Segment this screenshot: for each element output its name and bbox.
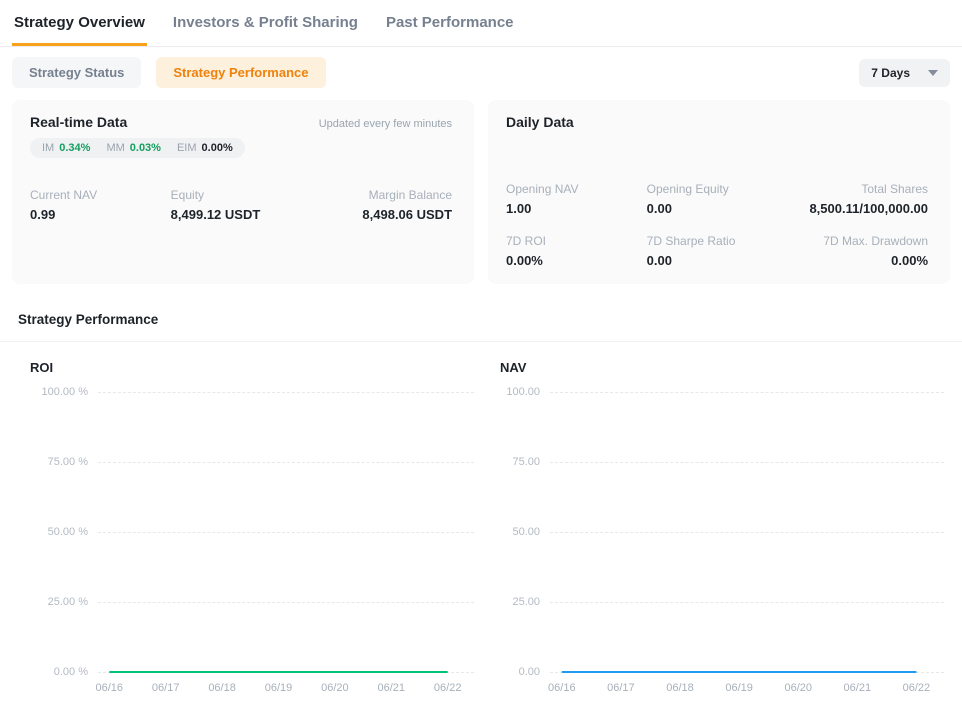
x-tick-label: 06/18 xyxy=(208,682,236,694)
sub-tab-row: Strategy Status Strategy Performance 7 D… xyxy=(0,47,962,98)
subtab-strategy-status[interactable]: Strategy Status xyxy=(12,57,141,88)
badge-mm: MM 0.03% xyxy=(106,142,161,154)
realtime-stats: Current NAV 0.99 Equity 8,499.12 USDT Ma… xyxy=(30,188,452,222)
daily-stats-row2: 7D ROI 0.00% 7D Sharpe Ratio 0.00 7D Max… xyxy=(506,234,928,268)
x-tick-label: 06/16 xyxy=(548,682,576,694)
period-select[interactable]: 7 Days xyxy=(859,59,950,87)
x-tick-label: 06/22 xyxy=(903,682,931,694)
x-tick-label: 06/19 xyxy=(265,682,293,694)
badge-value: 0.03% xyxy=(130,142,161,154)
x-tick-label: 06/17 xyxy=(607,682,635,694)
stat-opening-equity: Opening Equity 0.00 xyxy=(647,182,788,216)
x-axis: 06/16 06/17 06/18 06/19 06/20 06/21 06/22 xyxy=(550,682,944,698)
stat-opening-nav: Opening NAV 1.00 xyxy=(506,182,647,216)
stat-value: 8,498.06 USDT xyxy=(311,207,452,222)
stat-label: 7D ROI xyxy=(506,234,647,248)
y-tick-label: 50.00 xyxy=(500,526,540,538)
tab-strategy-overview[interactable]: Strategy Overview xyxy=(12,12,147,46)
card-title: Daily Data xyxy=(506,114,574,130)
y-tick-label: 50.00 % xyxy=(30,526,88,538)
x-tick-label: 06/22 xyxy=(434,682,462,694)
badge-value: 0.00% xyxy=(202,142,233,154)
stat-value: 0.00 xyxy=(647,253,788,268)
roi-chart: ROI 100.00 %75.00 %50.00 %25.00 %0.00 % … xyxy=(30,360,474,698)
updated-note: Updated every few minutes xyxy=(319,118,452,130)
card-title: Real-time Data xyxy=(30,114,127,130)
stat-7d-max-drawdown: 7D Max. Drawdown 0.00% xyxy=(787,234,928,268)
data-cards: Real-time Data Updated every few minutes… xyxy=(0,98,962,284)
badge-value: 0.34% xyxy=(59,142,90,154)
y-tick-label: 75.00 xyxy=(500,456,540,468)
charts-row: ROI 100.00 %75.00 %50.00 %25.00 %0.00 % … xyxy=(18,360,944,698)
chevron-down-icon xyxy=(928,70,938,76)
section-title: Strategy Performance xyxy=(18,312,944,327)
realtime-data-card: Real-time Data Updated every few minutes… xyxy=(12,100,474,284)
x-tick-label: 06/20 xyxy=(321,682,349,694)
y-tick-label: 0.00 xyxy=(500,666,540,678)
period-select-value: 7 Days xyxy=(871,66,910,80)
stat-value: 8,499.12 USDT xyxy=(171,207,312,222)
strategy-performance-section: Strategy Performance ROI 100.00 % 75.00 %… xyxy=(0,284,962,698)
x-tick-label: 06/16 xyxy=(96,682,124,694)
stat-label: 7D Max. Drawdown xyxy=(787,234,928,248)
stat-7d-sharpe-ratio: 7D Sharpe Ratio 0.00 xyxy=(647,234,788,268)
subtab-strategy-performance[interactable]: Strategy Performance xyxy=(156,57,325,88)
chart-title: NAV xyxy=(500,360,944,375)
x-tick-label: 06/20 xyxy=(784,682,812,694)
stat-value: 0.99 xyxy=(30,207,171,222)
daily-data-card: Daily Data Opening NAV 1.00 Opening Equi… xyxy=(488,100,950,284)
series-line-layer xyxy=(550,392,944,672)
x-tick-label: 06/21 xyxy=(844,682,872,694)
y-tick-label: 25.00 % xyxy=(30,596,88,608)
stat-label: Current NAV xyxy=(30,188,171,202)
stat-equity: Equity 8,499.12 USDT xyxy=(171,188,312,222)
stat-value: 1.00 xyxy=(506,201,647,216)
plot-area: 100.0075.0050.0025.000.00 xyxy=(500,392,944,672)
stat-label: Opening NAV xyxy=(506,182,647,196)
stat-value: 0.00% xyxy=(787,253,928,268)
y-tick-label: 0.00 % xyxy=(30,666,88,678)
tab-investors-profit-sharing[interactable]: Investors & Profit Sharing xyxy=(171,12,360,46)
daily-stats-row1: Opening NAV 1.00 Opening Equity 0.00 Tot… xyxy=(506,182,928,216)
x-tick-label: 06/21 xyxy=(378,682,406,694)
x-axis: 06/16 06/17 06/18 06/19 06/20 06/21 06/22 xyxy=(98,682,474,698)
stat-value: 0.00% xyxy=(506,253,647,268)
y-tick-label: 100.00 % xyxy=(30,386,88,398)
sub-tabs: Strategy Status Strategy Performance xyxy=(12,57,326,88)
stat-label: Margin Balance xyxy=(311,188,452,202)
badge-eim: EIM 0.00% xyxy=(177,142,233,154)
y-tick-label: 25.00 xyxy=(500,596,540,608)
x-tick-label: 06/19 xyxy=(725,682,753,694)
x-tick-label: 06/17 xyxy=(152,682,180,694)
badge-label: IM xyxy=(42,142,54,154)
y-tick-label: 100.00 xyxy=(500,386,540,398)
stat-label: Opening Equity xyxy=(647,182,788,196)
margin-badges: IM 0.34% MM 0.03% EIM 0.00% xyxy=(30,138,245,158)
stat-total-shares: Total Shares 8,500.11/100,000.00 xyxy=(787,182,928,216)
tab-past-performance[interactable]: Past Performance xyxy=(384,12,516,46)
nav-chart: NAV 100.00 75.00 50.00 25.00 0.00 06/16 06/17… xyxy=(500,360,944,698)
plot-area: 100.00 %75.00 %50.00 %25.00 %0.00 % xyxy=(30,392,474,672)
stat-value: 8,500.11/100,000.00 xyxy=(787,201,928,216)
badge-im: IM 0.34% xyxy=(42,142,90,154)
badge-label: EIM xyxy=(177,142,197,154)
stat-label: Equity xyxy=(171,188,312,202)
series-line-layer xyxy=(98,392,474,672)
section-divider xyxy=(0,341,962,342)
stat-margin-balance: Margin Balance 8,498.06 USDT xyxy=(311,188,452,222)
chart-title: ROI xyxy=(30,360,474,375)
stat-label: Total Shares xyxy=(787,182,928,196)
stat-current-nav: Current NAV 0.99 xyxy=(30,188,171,222)
badge-label: MM xyxy=(106,142,124,154)
main-tab-bar: Strategy Overview Investors & Profit Sha… xyxy=(0,0,962,47)
y-tick-label: 75.00 % xyxy=(30,456,88,468)
stat-label: 7D Sharpe Ratio xyxy=(647,234,788,248)
stat-7d-roi: 7D ROI 0.00% xyxy=(506,234,647,268)
stat-value: 0.00 xyxy=(647,201,788,216)
x-tick-label: 06/18 xyxy=(666,682,694,694)
